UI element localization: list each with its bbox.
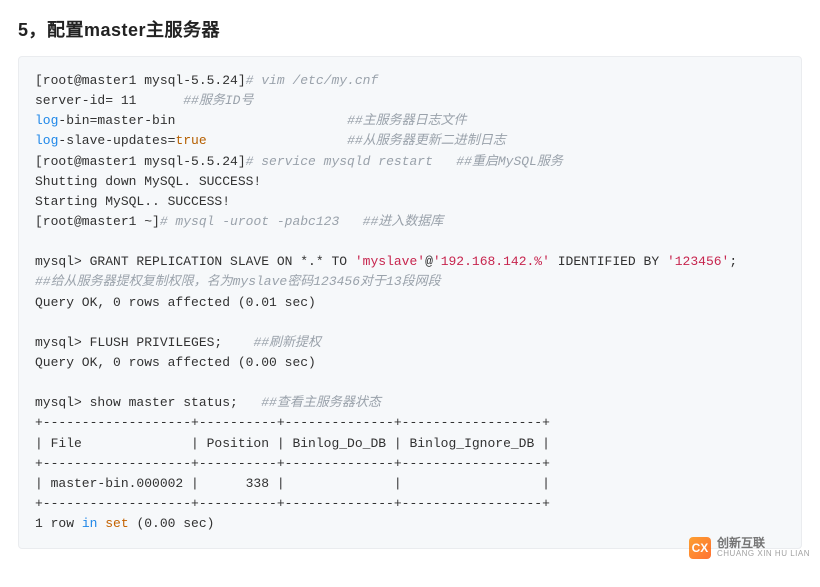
code-comment: ##查看主服务器状态 [261, 395, 381, 410]
code-line: server-id= 11 [35, 93, 183, 108]
code-comment: ##给从服务器提权复制权限，名为myslave密码123456对于13段网段 [35, 274, 441, 289]
code-line: Query OK, 0 rows affected (0.01 sec) [35, 295, 316, 310]
code-line: Starting MySQL.. SUCCESS! [35, 194, 230, 209]
code-comment: ##主服务器日志文件 [347, 113, 467, 128]
code-comment: ##从服务器更新二进制日志 [347, 133, 506, 148]
code-line: [root@master1 mysql-5.5.24] [35, 73, 246, 88]
code-comment: # mysql -uroot -pabc123 ##进入数据库 [160, 214, 443, 229]
section-heading: 5，配置master主服务器 [18, 16, 802, 42]
code-line: Query OK, 0 rows affected (0.00 sec) [35, 355, 316, 370]
code-keyword: in [82, 516, 98, 531]
code-comment: ##刷新提权 [253, 335, 321, 350]
code-text: IDENTIFIED BY [550, 254, 667, 269]
code-line: mysql> FLUSH PRIVILEGES; [35, 335, 253, 350]
watermark-py: CHUANG XIN HU LIAN [717, 550, 810, 559]
table-border: +-------------------+----------+--------… [35, 496, 550, 511]
code-string: '192.168.142.%' [433, 254, 550, 269]
code-comment: # vim /etc/my.cnf [246, 73, 379, 88]
table-row: | master-bin.000002 | 338 | | | [35, 476, 550, 491]
code-text: @ [425, 254, 433, 269]
code-text: ; [729, 254, 737, 269]
code-string: '123456' [667, 254, 729, 269]
table-border: +-------------------+----------+--------… [35, 415, 550, 430]
code-line: 1 row [35, 516, 82, 531]
code-comment: ##服务ID号 [183, 93, 253, 108]
table-header: | File | Position | Binlog_Do_DB | Binlo… [35, 436, 550, 451]
code-keyword: set [105, 516, 128, 531]
code-keyword: log [35, 113, 58, 128]
watermark-logo: CX [689, 537, 711, 559]
code-block: [root@master1 mysql-5.5.24]# vim /etc/my… [18, 56, 802, 549]
code-line: mysql> GRANT REPLICATION SLAVE ON *.* TO [35, 254, 355, 269]
table-border: +-------------------+----------+--------… [35, 456, 550, 471]
code-line: [root@master1 ~] [35, 214, 160, 229]
watermark: CX 创新互联 CHUANG XIN HU LIAN [689, 537, 810, 559]
code-bool: true [175, 133, 206, 148]
code-text [207, 133, 347, 148]
code-comment: # service mysqld restart ##重启MySQL服务 [246, 154, 563, 169]
watermark-text: 创新互联 CHUANG XIN HU LIAN [717, 537, 810, 559]
code-string: 'myslave' [355, 254, 425, 269]
code-text: (0.00 sec) [129, 516, 215, 531]
code-text: -slave-updates= [58, 133, 175, 148]
code-line: mysql> show master status; [35, 395, 261, 410]
code-keyword: log [35, 133, 58, 148]
code-text: -bin=master-bin [58, 113, 347, 128]
code-line: [root@master1 mysql-5.5.24] [35, 154, 246, 169]
code-line: Shutting down MySQL. SUCCESS! [35, 174, 261, 189]
